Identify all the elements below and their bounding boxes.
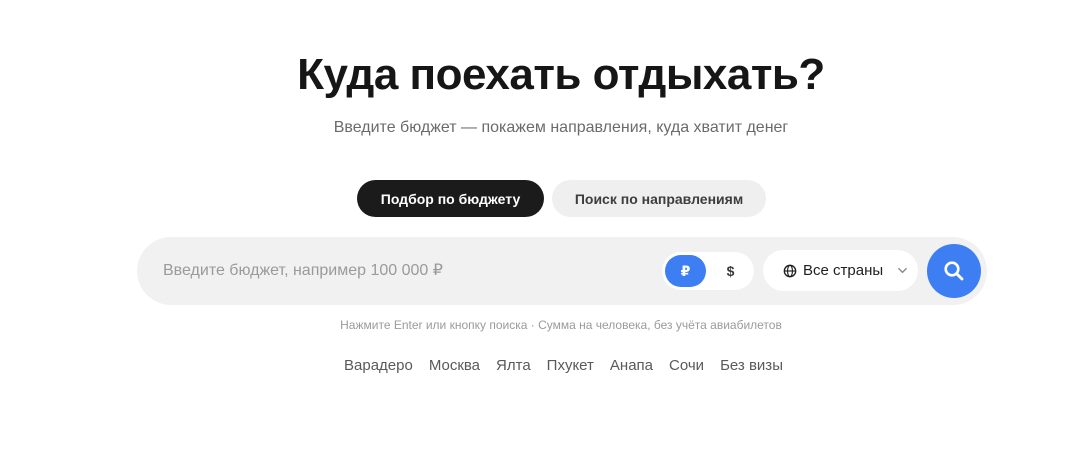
suggestion-link[interactable]: Ялта <box>496 357 531 374</box>
tab-destinations[interactable]: Поиск по направлениям <box>552 180 766 217</box>
chevron-down-icon <box>898 267 907 274</box>
page: Куда поехать отдыхать? Введите бюджет — … <box>0 0 1084 454</box>
suggestion-list: Варадеро Москва Ялта Пхукет Анапа Сочи Б… <box>344 357 783 374</box>
globe-icon <box>783 264 797 277</box>
country-select[interactable]: Все страны <box>763 250 918 291</box>
search-bar: ₽ $ Все страны <box>137 237 987 305</box>
budget-input[interactable] <box>163 237 643 305</box>
search-hint: Нажмите Enter или кнопку поиска · Сумма … <box>340 318 782 332</box>
currency-usd-button[interactable]: $ <box>710 255 751 287</box>
suggestion-link[interactable]: Сочи <box>669 357 704 374</box>
currency-rub-button[interactable]: ₽ <box>665 255 706 287</box>
suggestion-link[interactable]: Анапа <box>610 357 653 374</box>
suggestion-link[interactable]: Без визы <box>720 357 783 374</box>
tab-budget[interactable]: Подбор по бюджету <box>357 180 544 217</box>
page-title: Куда поехать отдыхать? <box>297 50 825 99</box>
page-subtitle: Введите бюджет — покажем направления, ку… <box>333 119 789 136</box>
currency-toggle: ₽ $ <box>662 252 754 290</box>
search-button[interactable] <box>927 244 981 298</box>
search-mode-tabs: Подбор по бюджету Поиск по направлениям <box>357 180 766 217</box>
search-icon <box>944 261 964 281</box>
suggestion-link[interactable]: Пхукет <box>547 357 594 374</box>
suggestion-link[interactable]: Варадеро <box>344 357 413 374</box>
suggestion-link[interactable]: Москва <box>429 357 480 374</box>
country-select-label: Все страны <box>803 262 884 279</box>
